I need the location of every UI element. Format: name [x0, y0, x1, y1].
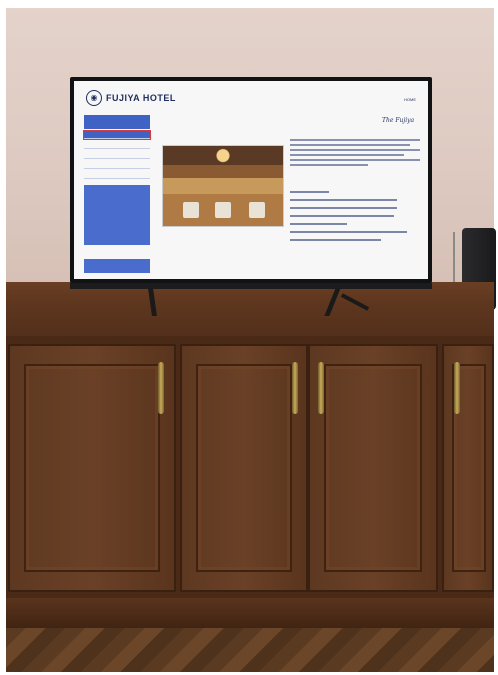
hotel-logo-text: FUJIYA HOTEL	[106, 93, 176, 103]
screen-sidebar	[83, 115, 151, 279]
cabinet-door-center-left	[180, 344, 308, 592]
sidebar-header	[84, 115, 150, 129]
door-handle	[292, 362, 298, 414]
sidebar-panel	[84, 259, 150, 273]
door-handle	[454, 362, 460, 414]
cabinet-top	[6, 282, 494, 339]
home-link: HOME	[404, 97, 416, 102]
sidebar-item	[84, 151, 150, 159]
info-text-lines	[290, 191, 420, 247]
tv-screen: ◉ FUJIYA HOTEL HOME The Fujiya	[74, 81, 428, 279]
screen-header: ◉ FUJIYA HOTEL HOME	[74, 81, 428, 109]
cabinet-door-center-right	[308, 344, 438, 592]
hotel-logo-icon: ◉	[86, 90, 102, 106]
dining-room-photo	[162, 145, 284, 227]
door-handle	[158, 362, 164, 414]
cabinet-door-right	[442, 344, 494, 592]
sidebar-item	[84, 141, 150, 149]
script-logo-text: The Fujiya	[382, 117, 415, 124]
cabinet-door-left	[8, 344, 176, 592]
body-text-lines	[290, 139, 420, 169]
sidebar-item	[83, 130, 151, 140]
sidebar-footer-item	[84, 249, 150, 256]
cabinet-base	[6, 598, 494, 630]
script-logo: The Fujiya	[382, 117, 414, 124]
sidebar-panel	[84, 185, 150, 245]
parquet-floor	[6, 628, 494, 672]
sidebar-item	[84, 171, 150, 179]
tv-bottom-bezel	[70, 283, 432, 289]
photo: ◉ FUJIYA HOTEL HOME The Fujiya	[0, 0, 498, 675]
sidebar-item	[84, 161, 150, 169]
door-handle	[318, 362, 324, 414]
